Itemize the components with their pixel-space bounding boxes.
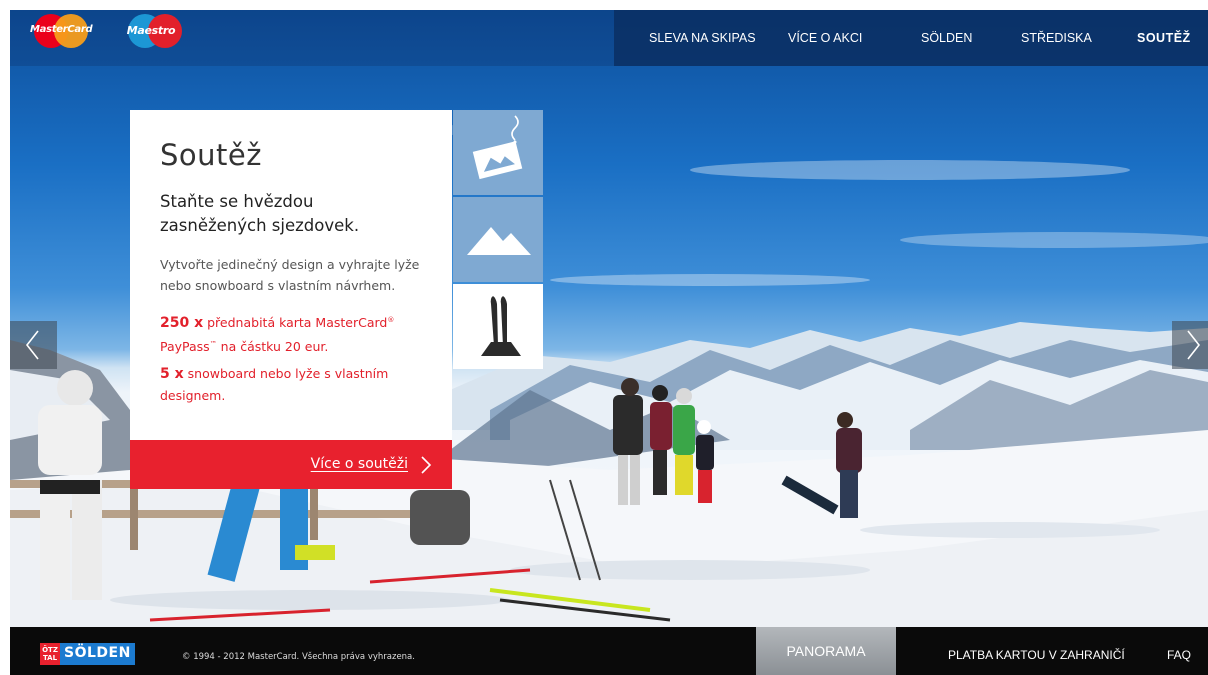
tile-design-postcard[interactable] xyxy=(453,110,543,195)
mastercard-logo[interactable]: MasterCard xyxy=(30,12,93,50)
maestro-logo[interactable]: Maestro xyxy=(120,12,182,50)
prize-1-registered-mark: ® xyxy=(387,316,395,324)
prize-2-text: snowboard nebo lyže s vlastním designem. xyxy=(160,366,389,404)
faq-link[interactable]: FAQ xyxy=(1167,648,1191,662)
chevron-left-icon xyxy=(25,330,39,360)
tile-skis[interactable] xyxy=(453,284,543,369)
prize-1-count: 250 x xyxy=(160,315,204,332)
main-navigation: SLEVA NA SKIPAS VÍCE O AKCI SÖLDEN STŘED… xyxy=(614,10,1208,66)
skis-icon xyxy=(481,296,521,356)
maestro-logo-text: Maestro xyxy=(126,24,176,37)
prize-1-text-c: na částku 20 eur. xyxy=(216,339,329,355)
panorama-button[interactable]: PANORAMA xyxy=(756,627,896,675)
nav-item-solden[interactable]: SÖLDEN xyxy=(921,31,972,45)
chevron-right-icon xyxy=(1187,330,1201,360)
panorama-label: PANORAMA xyxy=(786,643,866,659)
mountain-icon xyxy=(467,227,531,255)
copyright-text: © 1994 - 2012 MasterCard. Všechna práva … xyxy=(182,652,415,662)
soelden-logo-tag: ÖTZ TAL xyxy=(40,643,60,665)
prize-2-count: 5 x xyxy=(160,366,184,383)
tile-mountain[interactable] xyxy=(453,197,543,282)
prize-1-text-a: přednabitá karta MasterCard xyxy=(207,315,388,331)
next-slide-button[interactable] xyxy=(1172,321,1208,369)
more-about-contest-button[interactable]: Více o soutěži xyxy=(130,440,452,489)
more-about-contest-label: Více o soutěži xyxy=(310,456,408,472)
prize-2: 5 x snowboard nebo lyže s vlastním desig… xyxy=(160,363,430,406)
nav-item-strediska[interactable]: STŘEDISKA xyxy=(1021,31,1092,45)
nav-item-soutez[interactable]: SOUTĚŽ xyxy=(1137,31,1191,45)
previous-slide-button[interactable] xyxy=(10,321,57,369)
nav-item-vice-o-akci[interactable]: VÍCE O AKCI xyxy=(788,31,862,45)
card-title: Soutěž xyxy=(160,138,262,172)
nav-item-sleva-na-skipas[interactable]: SLEVA NA SKIPAS xyxy=(649,31,756,45)
contest-info-card: Soutěž Staňte se hvězdou zasněžených sje… xyxy=(130,110,452,440)
prize-1: 250 x přednabitá karta MasterCard® PayPa… xyxy=(160,310,430,357)
payment-abroad-link[interactable]: PLATBA KARTOU V ZAHRANIČÍ xyxy=(948,648,1125,662)
soelden-logo-word: SÖLDEN xyxy=(60,643,135,665)
card-subtitle: Staňte se hvězdou zasněžených sjezdovek. xyxy=(160,192,360,235)
prize-1-text-b: PayPass xyxy=(160,339,210,355)
card-body-text: Vytvořte jedinečný design a vyhrajte lyž… xyxy=(160,257,420,293)
snow-postcard-icon xyxy=(472,115,523,180)
soelden-logo[interactable]: ÖTZ TAL SÖLDEN xyxy=(40,643,135,665)
mastercard-logo-text: MasterCard xyxy=(30,24,93,35)
chevron-right-icon xyxy=(421,456,432,474)
prize-1-trademark: ™ xyxy=(209,340,217,349)
